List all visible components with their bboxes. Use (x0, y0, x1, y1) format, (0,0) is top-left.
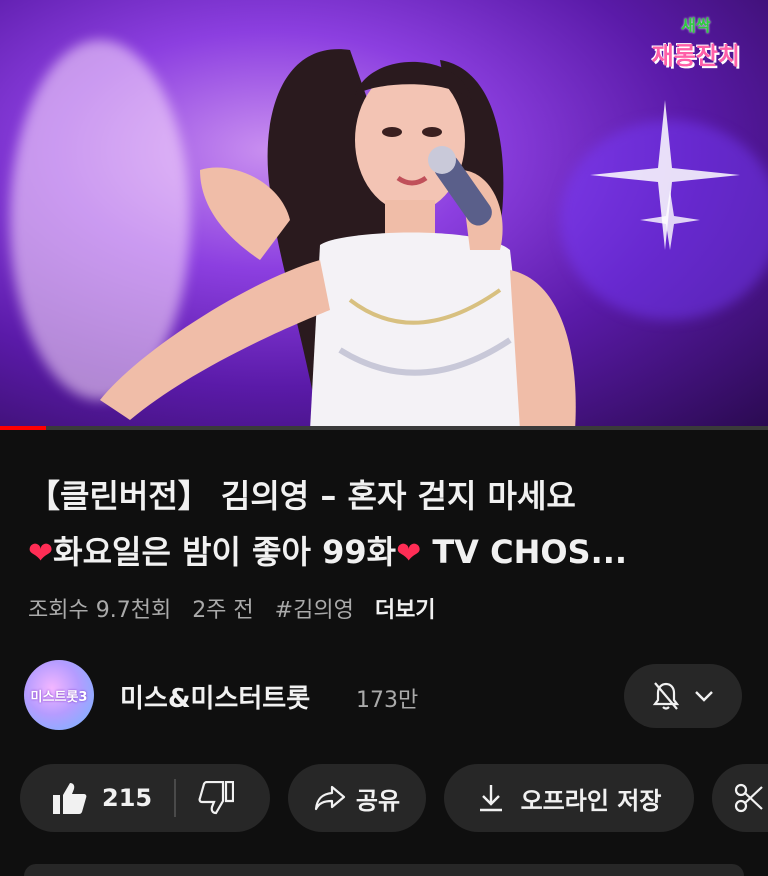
channel-name[interactable]: 미스&미스터트롯 (120, 678, 310, 715)
view-count: 조회수 9.7천회 (28, 598, 172, 623)
video-meta: 조회수 9.7천회 2주 전 #김의영 더보기 (28, 592, 450, 624)
next-section-card[interactable] (24, 864, 744, 876)
subscriber-count: 173만 (356, 688, 419, 713)
channel-logo: 새싹 재롱잔치 (652, 12, 740, 71)
heart-icon: ❤ (28, 536, 54, 571)
sparkle-icon (640, 190, 700, 250)
channel-row: 미스트롯3 미스&미스터트롯 173만 (24, 660, 744, 732)
download-button[interactable]: 오프라인 저장 (444, 764, 694, 832)
share-icon (314, 785, 346, 811)
subscription-bell-button[interactable] (624, 664, 742, 728)
singer-figure (100, 49, 576, 430)
like-dislike-group: 215 (20, 764, 270, 832)
upload-age: 2주 전 (192, 598, 254, 623)
clip-button[interactable] (712, 764, 768, 832)
thumb-down-icon (198, 781, 235, 815)
title-line1: 【클린버전】 김의영 – 혼자 걷지 마세요 (28, 477, 576, 515)
like-count: 215 (102, 784, 153, 812)
video-player[interactable]: 새싹 재롱잔치 (0, 0, 768, 430)
video-title[interactable]: 【클린버전】 김의영 – 혼자 걷지 마세요 ❤화요일은 밤이 좋아 99화❤ … (28, 468, 753, 582)
scissors-icon (734, 783, 763, 813)
thumb-up-icon (53, 783, 87, 814)
heart-icon: ❤ (396, 536, 422, 571)
video-progress-bar[interactable] (0, 426, 768, 430)
dislike-button[interactable] (176, 781, 235, 815)
share-button[interactable]: 공유 (288, 764, 426, 832)
progress-fill (0, 426, 47, 430)
channel-avatar[interactable]: 미스트롯3 (24, 660, 94, 730)
download-label: 오프라인 저장 (520, 786, 662, 815)
more-button[interactable]: 더보기 (375, 598, 436, 623)
logo-line2: 재롱잔치 (651, 42, 740, 70)
avatar-text: 미스트롯3 (30, 689, 88, 705)
like-button[interactable]: 215 (20, 781, 152, 815)
logo-line1: 새싹 (681, 16, 711, 35)
title-line2: ❤화요일은 밤이 좋아 99화❤ TV CHOS... (28, 524, 753, 582)
chevron-down-icon (695, 691, 713, 702)
title-line2-text: 화요일은 밤이 좋아 99화 (53, 533, 397, 571)
action-bar: 215 공유 오프라인 저장 (20, 764, 768, 834)
share-label: 공유 (355, 786, 401, 815)
bell-off-icon (652, 682, 680, 710)
title-line2-suffix: TV CHOS... (421, 533, 628, 571)
hashtag-link[interactable]: #김의영 (275, 598, 354, 623)
download-icon (479, 785, 502, 812)
